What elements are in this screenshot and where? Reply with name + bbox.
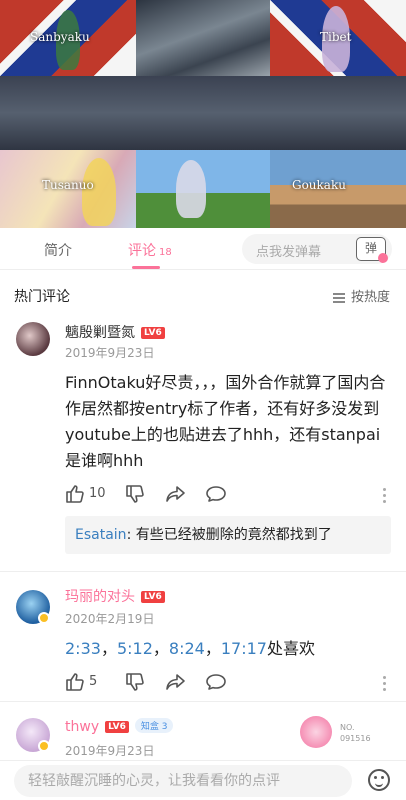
like-count: 10 bbox=[89, 486, 106, 501]
comment-item: 魑殷剿暨氮 LV6 2019年9月23日 FinnOtaku好尽责，，，国外合作就… bbox=[0, 316, 406, 572]
thumbnail-label: Sanbyaku bbox=[30, 30, 90, 44]
tab-active-indicator bbox=[132, 266, 160, 269]
comment-username[interactable]: 玛丽的对头 LV6 bbox=[65, 586, 165, 606]
fan-badge: 知盒 3 bbox=[134, 718, 174, 733]
username-text: 玛丽的对头 bbox=[65, 589, 135, 605]
comment-bubble-icon bbox=[206, 674, 226, 690]
timestamp-link[interactable]: 5:12 bbox=[117, 639, 153, 658]
username-text: thwy bbox=[65, 719, 100, 735]
comment-item: thwy LV6 知盒 3 2019年9月23日 NO. 091516 bbox=[0, 702, 406, 760]
comment-date: 2019年9月23日 bbox=[65, 744, 155, 758]
comment-text: FinnOtaku好尽责，，，国外合作就算了国内合作居然都按entry标了作者，… bbox=[65, 373, 386, 470]
sort-by-hot-button[interactable]: 按热度 bbox=[332, 286, 390, 305]
like-button[interactable]: 10 bbox=[65, 484, 106, 508]
thumbnail-label: Tibet bbox=[320, 30, 352, 44]
video-thumbnail: Goukaku bbox=[270, 150, 406, 228]
like-count: 5 bbox=[89, 674, 98, 689]
comment-text-suffix: 处喜欢 bbox=[266, 639, 315, 658]
emoji-icon[interactable] bbox=[368, 769, 390, 791]
share-button[interactable] bbox=[165, 672, 187, 696]
thumbs-down-icon bbox=[126, 485, 144, 503]
comment-actions: 10 bbox=[65, 484, 395, 506]
timestamp-link[interactable]: 8:24 bbox=[169, 639, 205, 658]
video-thumbnail bbox=[0, 76, 406, 150]
thumbs-up-icon bbox=[66, 673, 84, 691]
thumbs-up-icon bbox=[66, 485, 84, 503]
danmaku-toggle-button[interactable]: 弹 bbox=[356, 237, 388, 263]
more-options-icon[interactable] bbox=[383, 488, 387, 504]
comment-actions: 5 bbox=[65, 672, 395, 694]
reply-button[interactable] bbox=[205, 484, 227, 508]
comment-date: 2019年9月23日 bbox=[65, 346, 155, 360]
vip-badge-icon bbox=[38, 612, 50, 624]
video-player[interactable]: Sanbyaku Tibet Tusanuo Goukaku bbox=[0, 0, 406, 228]
share-icon bbox=[166, 674, 185, 690]
video-thumbnail: Sanbyaku bbox=[0, 0, 136, 76]
share-icon bbox=[166, 486, 185, 502]
video-thumbnail: Tusanuo bbox=[0, 150, 136, 228]
video-thumbnail bbox=[136, 150, 270, 228]
comment-username[interactable]: thwy LV6 知盒 3 bbox=[65, 718, 174, 735]
hot-comments-title: 热门评论 bbox=[14, 289, 70, 305]
video-thumbnail: Tibet bbox=[270, 0, 406, 76]
comment-username[interactable]: 魑殷剿暨氮 LV6 bbox=[65, 322, 165, 342]
tab-comments-label: 评论 bbox=[128, 243, 156, 259]
comment-date: 2020年2月19日 bbox=[65, 612, 155, 626]
character-figure bbox=[82, 158, 116, 226]
decoration-number: NO. 091516 bbox=[340, 723, 371, 743]
thumbs-down-icon bbox=[126, 673, 144, 691]
like-button[interactable]: 5 bbox=[65, 672, 97, 696]
dislike-button[interactable] bbox=[125, 484, 145, 508]
danmaku-input[interactable]: 点我发弹幕 弹 bbox=[242, 234, 392, 264]
level-badge: LV6 bbox=[105, 721, 129, 733]
video-thumbnail bbox=[136, 0, 270, 76]
reply-button[interactable] bbox=[205, 672, 227, 696]
danmaku-icon: 弹 bbox=[364, 241, 377, 255]
sort-label: 按热度 bbox=[350, 290, 390, 305]
comment-item: 玛丽的对头 LV6 2020年2月19日 2:33，5:12，8:24，17:17… bbox=[0, 572, 406, 702]
timestamp-link[interactable]: 2:33 bbox=[65, 639, 101, 658]
comment-input[interactable]: 轻轻敲醒沉睡的心灵，让我看看你的点评 bbox=[14, 765, 352, 797]
tab-comments[interactable]: 评论 18 bbox=[128, 240, 172, 260]
check-icon bbox=[378, 253, 388, 263]
share-button[interactable] bbox=[165, 484, 187, 508]
level-badge: LV6 bbox=[141, 327, 165, 339]
more-options-icon[interactable] bbox=[383, 676, 387, 692]
thumbnail-label: Tusanuo bbox=[42, 178, 94, 192]
comment-input-bar: 轻轻敲醒沉睡的心灵，让我看看你的点评 bbox=[0, 760, 406, 800]
timestamp-link[interactable]: 17:17 bbox=[221, 639, 267, 658]
comment-count: 18 bbox=[159, 247, 172, 258]
comment-text: 2:33，5:12，8:24，17:17处喜欢 bbox=[65, 639, 315, 658]
reply-username[interactable]: Esatain bbox=[75, 527, 127, 543]
reply-preview[interactable]: Esatain: 有些已经被删除的竟然都找到了 bbox=[65, 516, 391, 554]
fan-badge-name: 知盒 bbox=[140, 722, 159, 732]
thumbnail-label: Goukaku bbox=[292, 178, 346, 192]
dislike-button[interactable] bbox=[125, 672, 145, 696]
tab-bar: 简介 评论 18 点我发弹幕 弹 bbox=[0, 228, 406, 270]
vip-badge-icon bbox=[38, 740, 50, 752]
level-badge: LV6 bbox=[141, 591, 165, 603]
decoration-sticker bbox=[300, 716, 332, 748]
comment-bubble-icon bbox=[206, 486, 226, 502]
tab-intro[interactable]: 简介 bbox=[44, 240, 72, 260]
danmaku-placeholder: 点我发弹幕 bbox=[256, 245, 322, 260]
fan-badge-level: 3 bbox=[161, 722, 168, 732]
character-figure bbox=[176, 160, 206, 218]
avatar[interactable] bbox=[16, 322, 50, 356]
sort-icon bbox=[332, 292, 345, 303]
hot-comments-header: 热门评论 按热度 bbox=[0, 270, 406, 316]
username-text: 魑殷剿暨氮 bbox=[65, 325, 135, 341]
reply-text: : 有些已经被删除的竟然都找到了 bbox=[126, 527, 332, 543]
